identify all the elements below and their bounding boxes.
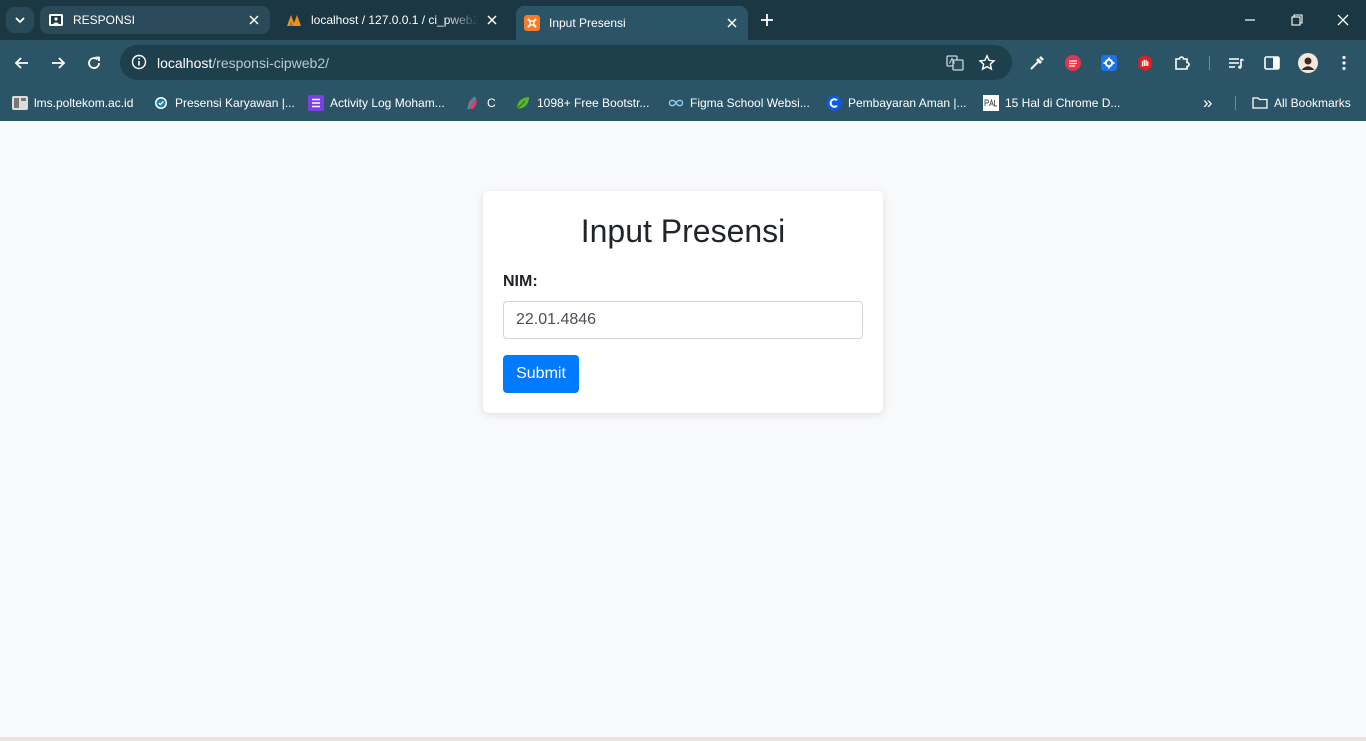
bookmark-label: 1098+ Free Bootstr... — [537, 96, 650, 110]
close-tab-icon[interactable] — [246, 12, 262, 28]
chevron-down-icon — [15, 17, 25, 24]
xampp-icon — [524, 15, 540, 31]
bookmark-item[interactable]: 15 Hal di Chrome D... — [983, 93, 1120, 113]
close-icon — [1337, 14, 1349, 26]
colorful-bird-icon — [465, 95, 481, 111]
bookmark-item[interactable]: lms.poltekom.ac.id — [12, 93, 133, 113]
tab-responsi[interactable]: RESPONSI — [40, 6, 270, 34]
bookmark-label: C — [487, 96, 496, 110]
bookmark-item[interactable]: C — [465, 93, 496, 113]
url-host: localhost — [157, 55, 213, 71]
all-bookmarks-button[interactable]: All Bookmarks — [1252, 93, 1351, 113]
tab-phpmyadmin[interactable]: localhost / 127.0.0.1 / ci_pweb2 — [278, 6, 508, 34]
restore-button[interactable] — [1285, 8, 1309, 32]
tab-title: Input Presensi — [549, 16, 626, 30]
url-path: /responsi-cipweb2/ — [212, 55, 329, 71]
leaf-icon — [515, 95, 531, 111]
bookmarks-bar: lms.poltekom.ac.id Presensi Karyawan |..… — [0, 85, 1366, 121]
page-title: Input Presensi — [580, 213, 786, 249]
taskbar-edge — [0, 737, 1366, 741]
menu-kebab-icon[interactable] — [1333, 52, 1355, 74]
bookmarks-separator — [1235, 96, 1236, 110]
submit-button[interactable]: Submit — [503, 355, 579, 393]
nim-input[interactable] — [503, 301, 863, 339]
c-logo-icon — [826, 95, 842, 111]
bookmark-star-icon[interactable] — [976, 52, 998, 74]
address-bar[interactable]: localhost/responsi-cipweb2/ — [120, 45, 1012, 80]
reload-button[interactable] — [81, 50, 107, 76]
profile-avatar[interactable] — [1297, 52, 1319, 74]
bookmark-label: Activity Log Moham... — [330, 96, 445, 110]
phpmyadmin-icon — [286, 12, 302, 28]
all-bookmarks-label: All Bookmarks — [1274, 96, 1351, 110]
close-tab-icon[interactable] — [724, 15, 740, 31]
double-chevron-right-icon: » — [1203, 93, 1213, 112]
reload-icon — [88, 56, 100, 69]
hand-stop-extension-icon[interactable] — [1134, 52, 1156, 74]
close-tab-icon[interactable] — [484, 12, 500, 28]
arrow-right-icon — [52, 57, 66, 69]
bookmarks-overflow-button[interactable]: » — [1203, 93, 1212, 113]
red-extension-icon[interactable] — [1062, 52, 1084, 74]
presensi-form-card: Input Presensi NIM: Submit — [483, 191, 883, 413]
classroom-icon — [48, 12, 64, 28]
tab-strip: RESPONSI localhost / 127.0.0.1 / ci_pweb… — [0, 0, 1366, 40]
bookmark-item[interactable]: Activity Log Moham... — [308, 93, 445, 113]
page-content: Input Presensi NIM: Submit — [0, 121, 1366, 741]
bookmark-item[interactable]: Figma School Websi... — [668, 93, 810, 113]
bookmark-item[interactable]: Pembayaran Aman |... — [826, 93, 967, 113]
infinity-icon — [668, 95, 684, 111]
bookmark-item[interactable]: Presensi Karyawan |... — [153, 93, 295, 113]
bookmark-label: Figma School Websi... — [690, 96, 810, 110]
tab-search-button[interactable] — [6, 7, 34, 33]
bookmark-label: lms.poltekom.ac.id — [34, 96, 134, 110]
list-icon — [308, 95, 324, 111]
pal-icon — [983, 95, 999, 111]
eyedropper-extension-icon[interactable] — [1026, 52, 1048, 74]
restore-icon — [1291, 14, 1303, 26]
folder-icon — [1252, 95, 1268, 111]
bookmark-label: Presensi Karyawan |... — [175, 96, 295, 110]
plus-icon — [761, 14, 773, 26]
site-info-icon[interactable] — [128, 51, 150, 73]
blue-gear-extension-icon[interactable] — [1098, 52, 1120, 74]
close-window-button[interactable] — [1331, 8, 1355, 32]
tab-title: localhost / 127.0.0.1 / ci_pweb2 — [311, 13, 478, 27]
side-panel-icon[interactable] — [1261, 52, 1283, 74]
tab-title: RESPONSI — [73, 13, 136, 27]
reading-list-icon[interactable] — [1225, 52, 1247, 74]
new-tab-button[interactable] — [756, 9, 778, 31]
tab-input-presensi[interactable]: Input Presensi — [516, 6, 748, 40]
browser-toolbar: localhost/responsi-cipweb2/ — [0, 40, 1366, 85]
arrow-left-icon — [14, 57, 28, 69]
minimize-button[interactable] — [1238, 8, 1262, 32]
bookmark-item[interactable]: 1098+ Free Bootstr... — [515, 93, 649, 113]
forward-button[interactable] — [45, 50, 71, 76]
bookmark-label: 15 Hal di Chrome D... — [1005, 96, 1121, 110]
lms-icon — [12, 95, 28, 111]
check-badge-icon — [153, 95, 169, 111]
minimize-icon — [1245, 19, 1255, 21]
extensions-puzzle-icon[interactable] — [1171, 52, 1193, 74]
nim-label: NIM: — [503, 273, 538, 290]
url-text[interactable]: localhost/responsi-cipweb2/ — [157, 55, 329, 71]
back-button[interactable] — [9, 50, 35, 76]
translate-icon[interactable] — [944, 52, 966, 74]
bookmark-label: Pembayaran Aman |... — [848, 96, 967, 110]
toolbar-separator — [1209, 56, 1210, 70]
